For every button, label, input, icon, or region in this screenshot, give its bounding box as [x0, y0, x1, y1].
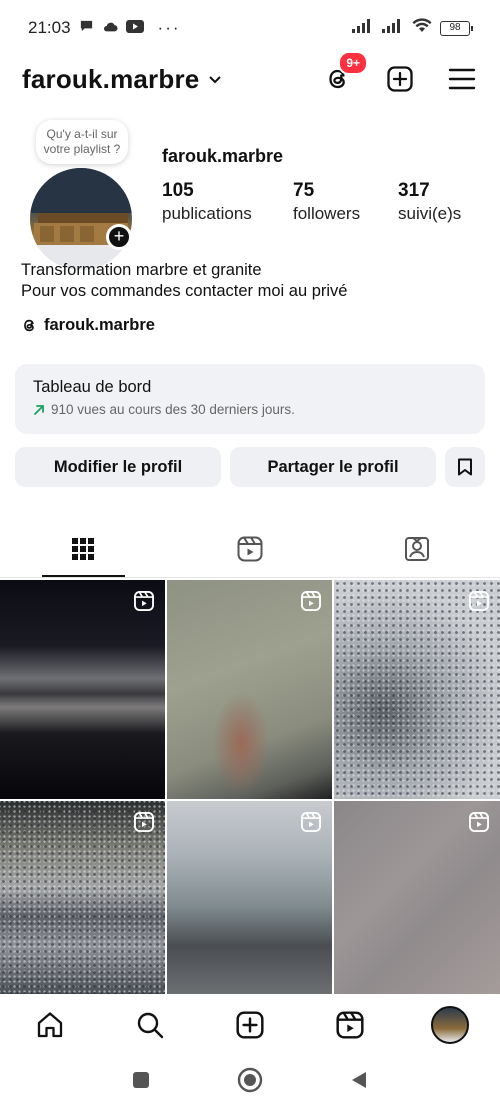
status-time: 21:03	[28, 18, 71, 37]
threads-button[interactable]: 9+	[322, 51, 368, 95]
header-actions: 9+	[322, 51, 478, 95]
professional-dashboard[interactable]: Tableau de bord 910 vues au cours des 30…	[15, 364, 485, 434]
bottom-navigation	[0, 996, 500, 1054]
stat-label: publications	[162, 204, 252, 223]
add-story-button[interactable]: +	[106, 224, 132, 250]
reel-indicator-icon	[468, 811, 490, 833]
search-icon	[137, 1012, 164, 1039]
create-icon	[236, 1011, 264, 1039]
profile-avatar	[431, 1006, 469, 1044]
threads-handle: farouk.marbre	[44, 316, 155, 334]
account-switcher-username[interactable]: farouk.marbre	[22, 64, 199, 95]
profile-avatar-block: Qu'y a-t-il sur votre playlist ? +	[30, 120, 134, 270]
trend-up-icon	[34, 404, 44, 415]
menu-button[interactable]	[446, 63, 478, 95]
profile-stats: 105 publications 75 followers 317 suivi(…	[162, 180, 461, 224]
stat-followers[interactable]: 75 followers	[293, 180, 398, 224]
nav-search[interactable]	[100, 1010, 200, 1040]
tab-tagged[interactable]	[333, 520, 500, 577]
post-thumbnail[interactable]	[167, 801, 332, 994]
reel-indicator-icon	[133, 811, 155, 833]
chat-icon	[79, 18, 94, 38]
post-thumbnail[interactable]	[0, 580, 165, 799]
stat-publications[interactable]: 105 publications	[162, 180, 293, 224]
note-bubble[interactable]: Qu'y a-t-il sur votre playlist ?	[36, 120, 128, 164]
dashboard-subtitle: 910 vues au cours des 30 derniers jours.	[33, 402, 467, 417]
android-navigation-bar	[0, 1054, 500, 1111]
hamburger-menu-icon	[448, 68, 476, 90]
status-left: 21:03 ···	[28, 18, 181, 38]
grid-icon	[72, 537, 95, 560]
threads-profile-link[interactable]: farouk.marbre	[21, 316, 155, 335]
cloud-icon	[102, 18, 118, 38]
square-icon	[133, 1072, 149, 1088]
nav-reels[interactable]	[300, 1010, 400, 1040]
bookmark-icon	[458, 458, 472, 476]
nav-create[interactable]	[200, 1010, 300, 1040]
back-button[interactable]	[349, 1070, 369, 1095]
bio-line: Transformation marbre et granite	[21, 261, 262, 279]
back-triangle-icon	[352, 1072, 366, 1088]
tagged-person-icon	[404, 536, 429, 561]
chevron-down-icon[interactable]	[207, 71, 223, 87]
saved-button[interactable]	[445, 447, 485, 487]
signal-icon	[352, 18, 374, 38]
nav-profile[interactable]	[400, 1006, 500, 1044]
stat-value: 317	[398, 180, 430, 201]
signal-icon-2	[382, 18, 404, 38]
more-dots-icon: ···	[157, 18, 181, 37]
threads-icon	[24, 319, 34, 332]
create-button[interactable]	[384, 63, 416, 95]
reel-indicator-icon	[300, 811, 322, 833]
reel-indicator-icon	[300, 590, 322, 612]
dashboard-views: 910 vues au cours des 30 derniers jours.	[51, 402, 295, 417]
profile-bio: Transformation marbre et granite Pour vo…	[21, 260, 347, 302]
status-bar: 21:03 ··· 98	[0, 0, 500, 56]
profile-display-name: farouk.marbre	[162, 146, 284, 166]
battery-icon: 98	[440, 20, 473, 36]
home-button[interactable]	[237, 1067, 263, 1098]
plus-square-icon	[387, 66, 413, 92]
profile-avatar[interactable]	[30, 168, 132, 270]
youtube-icon	[125, 18, 144, 38]
tab-posts-grid[interactable]	[0, 520, 167, 577]
profile-header: farouk.marbre 9+	[0, 51, 500, 102]
post-thumbnail[interactable]	[0, 801, 165, 994]
stat-following[interactable]: 317 suivi(e)s	[398, 180, 461, 224]
stat-label: suivi(e)s	[398, 204, 462, 223]
status-right: 98	[352, 18, 473, 38]
stat-value: 75	[293, 180, 315, 201]
home-icon	[37, 1012, 63, 1038]
stat-value: 105	[162, 180, 194, 201]
reels-icon	[336, 1011, 364, 1039]
notification-badge: 9+	[338, 51, 368, 75]
nav-home[interactable]	[0, 1010, 100, 1040]
share-profile-button[interactable]: Partager le profil	[230, 447, 436, 487]
profile-action-row: Modifier le profil Partager le profil	[15, 447, 485, 487]
profile-content-tabs	[0, 520, 500, 578]
post-thumbnail[interactable]	[334, 801, 500, 994]
stat-label: followers	[293, 204, 361, 223]
post-grid	[0, 580, 500, 994]
post-thumbnail[interactable]	[167, 580, 332, 799]
plus-icon: +	[113, 226, 125, 246]
reel-indicator-icon	[133, 590, 155, 612]
edit-profile-button[interactable]: Modifier le profil	[15, 447, 221, 487]
wifi-icon	[412, 18, 432, 38]
bio-line: Pour vos commandes contacter moi au priv…	[21, 282, 348, 300]
circle-icon	[237, 1067, 263, 1093]
granite-texture	[334, 580, 500, 799]
dashboard-title: Tableau de bord	[33, 378, 152, 396]
recents-button[interactable]	[131, 1070, 151, 1095]
reel-indicator-icon	[468, 590, 490, 612]
post-thumbnail[interactable]	[334, 580, 500, 799]
reels-icon	[237, 536, 263, 561]
tab-reels[interactable]	[167, 520, 334, 577]
